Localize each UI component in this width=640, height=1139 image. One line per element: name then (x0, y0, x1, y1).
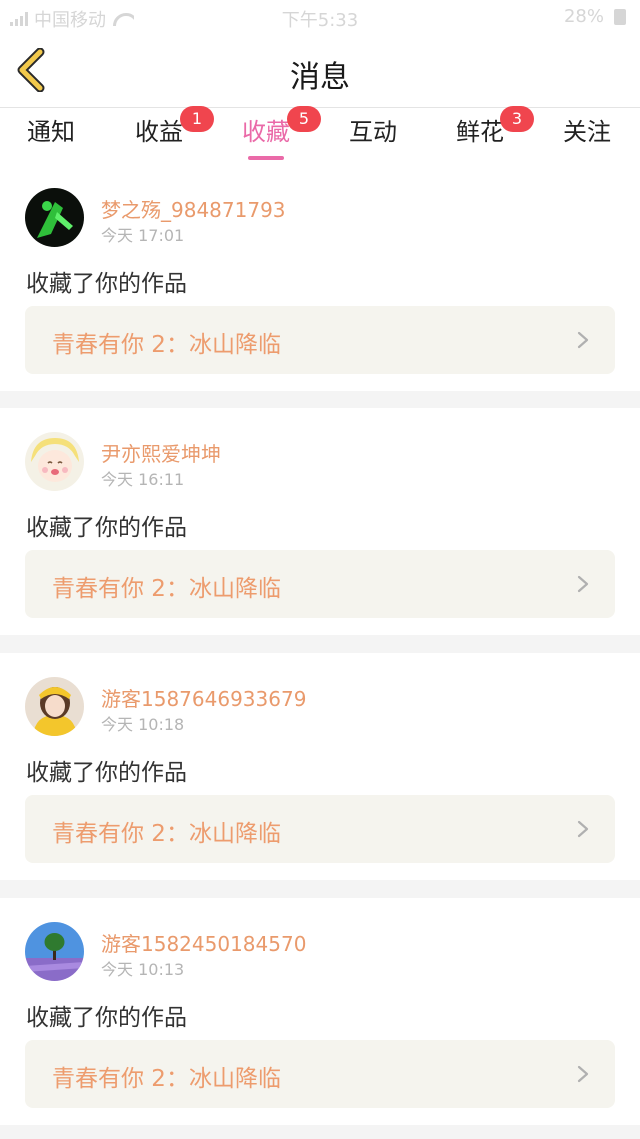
tab-notification[interactable]: 通知 (6, 114, 96, 162)
tab-favorites[interactable]: 收藏 5 (221, 106, 321, 162)
active-tab-indicator (248, 156, 284, 160)
timestamp: 今天 10:18 (101, 715, 185, 734)
page-title: 消息 (290, 60, 350, 95)
chevron-right-icon (577, 820, 589, 838)
work-link[interactable]: 青春有你 2：冰山降临 (25, 550, 615, 618)
username[interactable]: 梦之殇_984871793 (101, 194, 286, 223)
timestamp: 今天 10:13 (101, 960, 185, 979)
tab-label: 收益 (135, 118, 183, 146)
tab-interaction[interactable]: 互动 (328, 114, 418, 162)
action-text: 收藏了你的作品 (26, 515, 187, 541)
work-link[interactable]: 青春有你 2：冰山降临 (25, 795, 615, 863)
work-title: 青春有你 2：冰山降临 (52, 332, 281, 358)
tab-label: 互动 (349, 118, 397, 146)
chevron-right-icon (577, 331, 589, 349)
message-card: 尹亦熙爱坤坤 今天 16:11 收藏了你的作品 青春有你 2：冰山降临 (0, 408, 640, 635)
work-link[interactable]: 青春有你 2：冰山降临 (25, 1040, 615, 1108)
username[interactable]: 游客1582450184570 (101, 928, 306, 957)
status-bar: 中国移动 下午5:33 28% (0, 0, 640, 34)
message-card: 游客1587646933679 今天 10:18 收藏了你的作品 青春有你 2：… (0, 653, 640, 880)
tab-flowers[interactable]: 鲜花 3 (435, 106, 534, 162)
timestamp: 今天 16:11 (101, 470, 185, 489)
username[interactable]: 游客1587646933679 (101, 683, 306, 712)
tab-earnings[interactable]: 收益 1 (114, 106, 214, 162)
tab-label: 鲜花 (456, 118, 504, 146)
avatar[interactable] (25, 432, 84, 491)
unread-badge: 3 (500, 106, 534, 132)
work-title: 青春有你 2：冰山降临 (52, 576, 281, 602)
unread-badge: 1 (180, 106, 214, 132)
action-text: 收藏了你的作品 (26, 1005, 187, 1031)
tab-label: 通知 (27, 118, 75, 146)
action-text: 收藏了你的作品 (26, 760, 187, 786)
action-text: 收藏了你的作品 (26, 271, 187, 297)
tab-label: 收藏 (242, 118, 290, 146)
nav-bar: 消息 (0, 34, 640, 108)
work-title: 青春有你 2：冰山降临 (52, 1066, 281, 1092)
status-time: 下午5:33 (281, 10, 359, 31)
tab-label: 关注 (563, 118, 611, 146)
timestamp: 今天 17:01 (101, 226, 185, 245)
tab-follow[interactable]: 关注 (542, 114, 632, 162)
chevron-right-icon (577, 1065, 589, 1083)
chevron-right-icon (577, 575, 589, 593)
work-link[interactable]: 青春有你 2：冰山降临 (25, 306, 615, 374)
battery-icon (614, 9, 626, 25)
avatar[interactable] (25, 188, 84, 247)
username[interactable]: 尹亦熙爱坤坤 (101, 438, 221, 467)
message-card: 游客1582450184570 今天 10:13 收藏了你的作品 青春有你 2：… (0, 898, 640, 1125)
avatar[interactable] (25, 922, 84, 981)
message-card: 梦之殇_984871793 今天 17:01 收藏了你的作品 青春有你 2：冰山… (0, 164, 640, 391)
avatar[interactable] (25, 677, 84, 736)
work-title: 青春有你 2：冰山降临 (52, 821, 281, 847)
unread-badge: 5 (287, 106, 321, 132)
battery-percent: 28% (563, 6, 604, 27)
tab-bar: 通知 收益 1 收藏 5 互动 鲜花 3 关注 (0, 106, 640, 164)
